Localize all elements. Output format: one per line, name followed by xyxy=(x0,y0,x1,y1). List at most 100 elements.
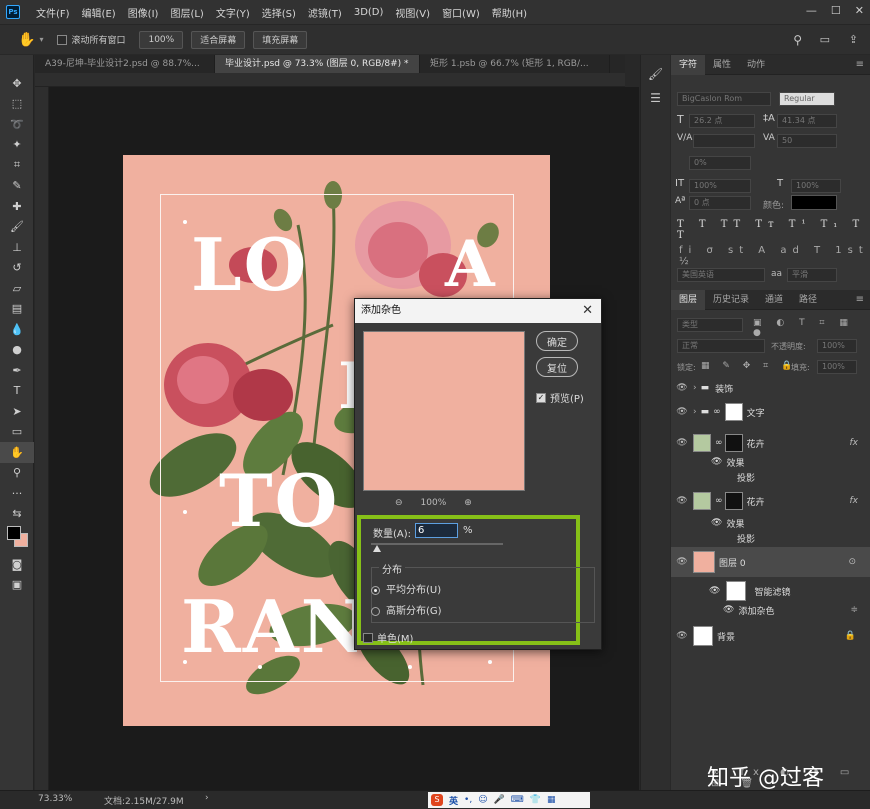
layer-row-layer0-selected[interactable]: 👁 图层 0 ⊙ xyxy=(671,547,870,577)
foreground-color-swatch[interactable] xyxy=(7,526,21,540)
kerning-field[interactable] xyxy=(693,134,755,148)
status-zoom[interactable]: 73.33% xyxy=(38,794,72,804)
more-tools-icon[interactable]: ··· xyxy=(0,483,34,504)
proportional-spacing-field[interactable]: 0% xyxy=(689,156,751,170)
brush-tool-icon[interactable]: 🖌 xyxy=(0,217,34,238)
dodge-tool-icon[interactable]: ● xyxy=(0,340,34,361)
hand-tool-button-icon[interactable]: ✋ xyxy=(0,442,34,463)
microphone-icon[interactable]: 🎤 xyxy=(494,795,505,805)
chevron-down-icon[interactable]: ▾ xyxy=(39,35,43,44)
eyedropper-tool-icon[interactable]: ✎ xyxy=(0,176,34,197)
menu-file[interactable]: 文件(F) xyxy=(30,5,76,20)
crop-tool-icon[interactable]: ⌗ xyxy=(0,155,34,176)
uniform-radio[interactable] xyxy=(371,585,380,595)
history-brush-tool-icon[interactable]: ↺ xyxy=(0,258,34,279)
scroll-all-option[interactable]: 滚动所有窗口 xyxy=(57,33,125,46)
layer-filter-icons[interactable]: ▣ ◐ T ⌗ ▦ ● xyxy=(753,318,870,338)
tab-actions[interactable]: 动作 xyxy=(739,55,773,75)
faux-style-buttons[interactable]: T T TT Tт T¹ T₁ T T xyxy=(677,219,870,241)
keyboard-icon[interactable]: ⌨ xyxy=(511,795,524,805)
layer-row-decoration[interactable]: 👁 › ▬ 装饰 xyxy=(671,376,870,400)
path-select-tool-icon[interactable]: ➤ xyxy=(0,401,34,422)
eye-icon[interactable]: 👁 xyxy=(711,518,722,528)
close-icon[interactable]: ✕ xyxy=(855,4,864,17)
noise-preview[interactable] xyxy=(363,331,525,491)
zoom-100-button[interactable]: 100% xyxy=(139,30,184,49)
screen-mode-icon[interactable]: ▣ xyxy=(0,575,34,596)
chevron-right-icon[interactable]: › xyxy=(693,407,697,417)
scroll-all-checkbox[interactable] xyxy=(57,34,68,45)
tab-layers[interactable]: 图层 xyxy=(671,289,706,310)
text-color-swatch[interactable] xyxy=(791,195,837,210)
chevron-right-icon[interactable]: › xyxy=(693,383,697,393)
color-swatches[interactable] xyxy=(0,524,33,554)
tab-doc-3[interactable]: 矩形 1.psb @ 66.7% (矩形 1, RGB/... xyxy=(420,55,610,73)
preview-checkbox[interactable]: ✓ xyxy=(536,392,546,403)
horizontal-scale-field[interactable]: 100% xyxy=(791,179,841,193)
fill-screen-button[interactable]: 填充屏幕 xyxy=(253,30,308,49)
amount-slider-thumb[interactable] xyxy=(373,545,381,552)
zoom-in-icon[interactable]: ⊕ xyxy=(464,498,472,508)
menu-select[interactable]: 选择(S) xyxy=(256,5,302,20)
fx-badge[interactable]: fx xyxy=(850,438,859,448)
eye-icon[interactable]: 👁 xyxy=(671,496,693,506)
leading-field[interactable]: 41.34 点 xyxy=(777,114,837,128)
fill-field[interactable]: 100% xyxy=(817,360,857,374)
mask-thumbnail[interactable] xyxy=(724,434,743,452)
fx-badge[interactable]: fx xyxy=(850,496,859,506)
smart-filter-mask-thumbnail[interactable] xyxy=(726,581,747,601)
font-family-select[interactable]: BigCaslon Rom xyxy=(677,92,771,106)
panel-menu-icon[interactable]: ≡ xyxy=(856,59,864,70)
maximize-icon[interactable]: ☐ xyxy=(831,4,841,17)
uniform-option[interactable]: 平均分布(U) xyxy=(371,581,441,596)
eye-icon[interactable]: 👁 xyxy=(671,438,693,448)
menu-window[interactable]: 窗口(W) xyxy=(436,5,486,20)
mono-option[interactable]: 单色(M) xyxy=(363,630,413,645)
move-tool-icon[interactable]: ✥ xyxy=(0,73,34,94)
mask-thumbnail[interactable] xyxy=(724,492,743,510)
amount-input[interactable]: 6 xyxy=(415,523,458,538)
gaussian-radio[interactable] xyxy=(371,606,380,616)
eye-icon[interactable]: 👁 xyxy=(671,631,693,641)
tab-doc-1[interactable]: A39-尼坤-毕业设计2.psd @ 88.7%... xyxy=(35,55,215,73)
layer-thumbnail[interactable] xyxy=(693,551,715,573)
type-tool-icon[interactable]: T xyxy=(0,381,34,402)
emoji-icon[interactable]: ☺ xyxy=(478,795,487,805)
workspace-icon[interactable]: ▭ xyxy=(820,33,830,46)
magic-wand-tool-icon[interactable]: ✦ xyxy=(0,135,34,156)
menu-view[interactable]: 视图(V) xyxy=(389,5,436,20)
font-size-field[interactable]: 26.2 点 xyxy=(689,114,755,128)
layer-filter-select[interactable]: 类型 xyxy=(677,318,743,332)
layer-row-text[interactable]: 👁 › ▬ ∞ 文字 xyxy=(671,400,870,424)
font-style-select[interactable]: Regular xyxy=(779,92,835,106)
lasso-tool-icon[interactable]: ➰ xyxy=(0,114,34,135)
eye-icon[interactable]: 👁 xyxy=(671,557,693,567)
minimize-icon[interactable]: — xyxy=(806,4,817,17)
menu-3d[interactable]: 3D(D) xyxy=(348,7,390,18)
ok-button[interactable]: 确定 xyxy=(536,331,578,351)
layer-thumbnail[interactable] xyxy=(693,492,711,510)
share-icon[interactable]: ⇪ xyxy=(849,33,858,46)
dialog-titlebar[interactable]: 添加杂色 ✕ xyxy=(355,299,601,323)
menu-layer[interactable]: 图层(L) xyxy=(164,5,209,20)
tab-history[interactable]: 历史记录 xyxy=(705,290,757,310)
pen-tool-icon[interactable]: ✒ xyxy=(0,360,34,381)
tab-character[interactable]: 字符 xyxy=(671,54,706,75)
gradient-tool-icon[interactable]: ▤ xyxy=(0,299,34,320)
zoom-out-icon[interactable]: ⊖ xyxy=(395,498,403,508)
tab-channels[interactable]: 通道 xyxy=(757,290,791,310)
tools-grid-icon[interactable]: ▦ xyxy=(547,795,556,805)
quick-mask-icon[interactable]: ◙ xyxy=(0,554,34,575)
preview-option[interactable]: ✓ 预览(P) xyxy=(536,390,584,405)
shape-tool-icon[interactable]: ▭ xyxy=(0,422,34,443)
healing-tool-icon[interactable]: ✚ xyxy=(0,196,34,217)
marquee-tool-icon[interactable]: ⬚ xyxy=(0,94,34,115)
smart-filters-row[interactable]: 👁 智能滤镜 xyxy=(671,579,870,603)
mask-thumbnail[interactable] xyxy=(724,403,743,421)
layer-row-background[interactable]: 👁 背景 🔒 xyxy=(671,623,870,649)
skin-icon[interactable]: 👕 xyxy=(530,795,541,805)
mono-checkbox[interactable] xyxy=(363,632,373,643)
chevron-right-icon[interactable]: › xyxy=(205,793,209,803)
close-icon[interactable]: ✕ xyxy=(582,299,593,323)
blend-mode-select[interactable]: 正常 xyxy=(677,339,765,353)
